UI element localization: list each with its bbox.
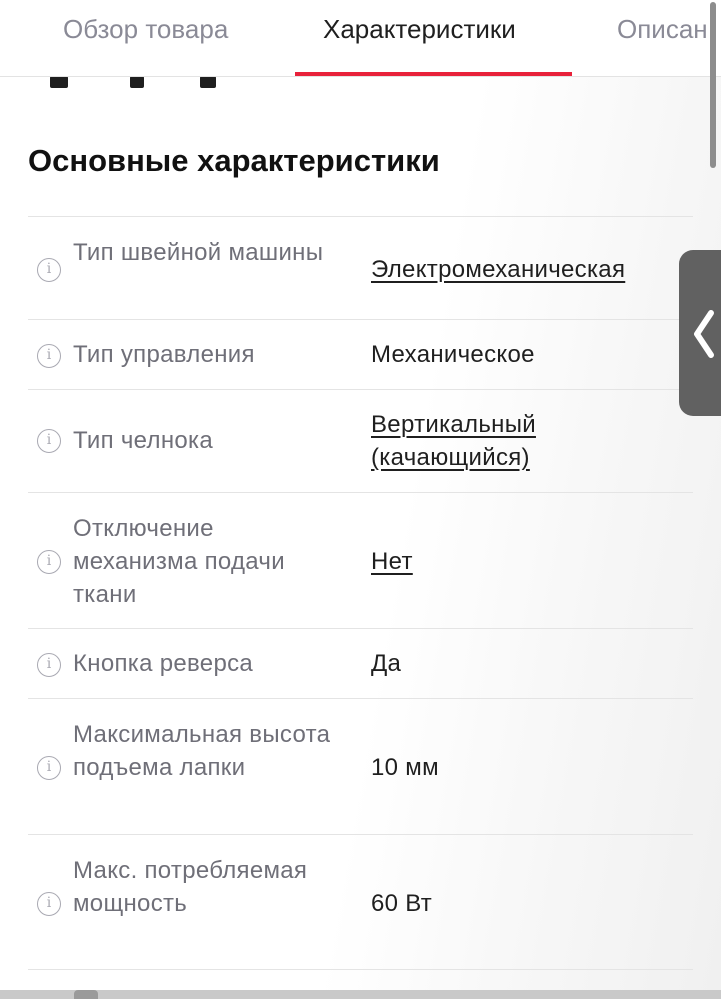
spec-name: Тип челнока [73, 427, 214, 454]
section-title: Основные характеристики [28, 143, 440, 178]
spec-row: i Тип управления Механическое [28, 319, 693, 389]
spec-value: Механическое [371, 341, 535, 368]
spec-name: Макс. потребляемая мощность [73, 857, 308, 917]
spec-row: i Максимальная высота подъема лапки 10 м… [28, 698, 693, 834]
info-icon[interactable]: i [37, 550, 61, 574]
spec-value-link[interactable]: Электромеханическая [371, 253, 701, 286]
info-icon[interactable]: i [37, 258, 61, 282]
chevron-left-icon [694, 310, 714, 358]
active-tab-indicator [295, 72, 572, 76]
spec-name: Кнопка реверса [73, 650, 254, 677]
product-page: Обзор товара Характеристики Описан Основ… [0, 0, 721, 999]
spec-value: 60 Вт [371, 890, 433, 917]
spec-name: Тип управления [73, 341, 255, 368]
info-icon[interactable]: i [37, 653, 61, 677]
tab-specifications[interactable]: Характеристики [323, 14, 516, 76]
info-icon[interactable]: i [37, 429, 61, 453]
scrollbar-thumb[interactable] [710, 2, 716, 168]
tab-overview[interactable]: Обзор товара [63, 14, 228, 76]
spec-row: i Отключение механизма подачи ткани Нет [28, 492, 693, 628]
info-icon[interactable]: i [37, 756, 61, 780]
spec-row: i Кнопка реверса Да [28, 628, 693, 698]
tab-description[interactable]: Описан [617, 14, 708, 76]
spec-value: Да [371, 650, 402, 677]
spec-name: Тип швейной машины [73, 239, 324, 266]
tab-bar: Обзор товара Характеристики Описан [0, 0, 721, 77]
spec-row: i Тип челнока Вертикальный (качающийся) [28, 389, 693, 492]
bottom-edge [0, 990, 721, 999]
spec-name: Максимальная высота подъема лапки [73, 721, 331, 781]
next-row-fragment [74, 990, 98, 999]
spec-value-link[interactable]: Вертикальный (качающийся) [371, 408, 601, 474]
info-icon[interactable]: i [37, 892, 61, 916]
info-icon[interactable]: i [37, 344, 61, 368]
spec-list: i Тип швейной машины Электромеханическая… [28, 216, 693, 970]
side-panel-handle[interactable] [679, 250, 721, 416]
spec-row: i Макс. потребляемая мощность 60 Вт [28, 834, 693, 970]
spec-name: Отключение механизма подачи ткани [73, 515, 285, 608]
spec-row: i Тип швейной машины Электромеханическая [28, 216, 693, 319]
spec-value: 10 мм [371, 754, 439, 781]
spec-value-link[interactable]: Нет [371, 545, 701, 578]
